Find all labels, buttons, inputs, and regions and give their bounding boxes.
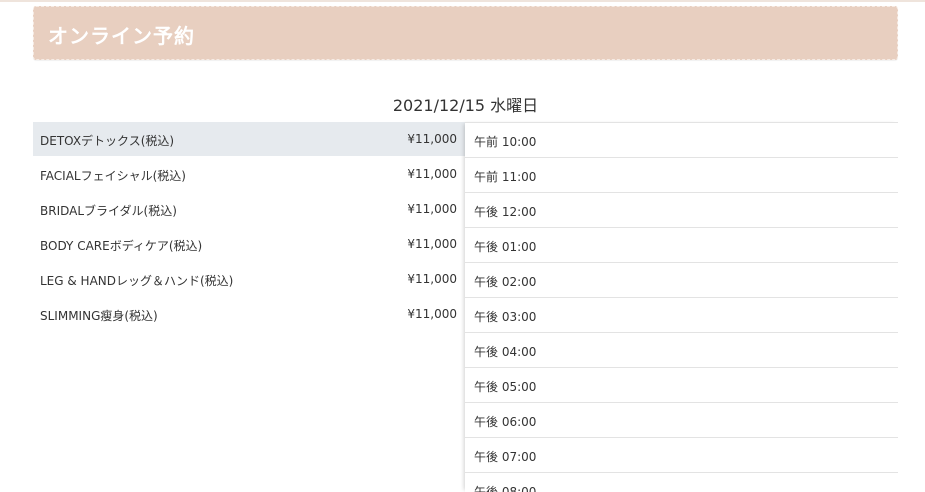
time-slot[interactable]: 午後 03:00 — [465, 298, 898, 333]
menu-list: DETOXデトックス(税込) ¥11,000 FACIALフェイシャル(税込) … — [33, 122, 465, 332]
menu-item-price: ¥11,000 — [407, 272, 457, 286]
time-slot-label: 午後 06:00 — [474, 415, 537, 429]
time-slot[interactable]: 午後 02:00 — [465, 263, 898, 298]
time-slot[interactable]: 午後 08:00 — [465, 473, 898, 492]
time-slot-label: 午前 11:00 — [474, 170, 537, 184]
page-title: オンライン予約 — [48, 24, 195, 48]
time-slot[interactable]: 午後 06:00 — [465, 403, 898, 438]
menu-item-leg-hand[interactable]: LEG & HANDレッグ＆ハンド(税込) ¥11,000 — [33, 262, 465, 297]
menu-item-body-care[interactable]: BODY CAREボディケア(税込) ¥11,000 — [33, 227, 465, 262]
time-slot-label: 午後 04:00 — [474, 345, 537, 359]
time-slot[interactable]: 午後 12:00 — [465, 193, 898, 228]
time-slot-list: 午前 10:00 午前 11:00 午後 12:00 午後 01:00 午後 0… — [465, 122, 898, 492]
time-slot-label: 午後 02:00 — [474, 275, 537, 289]
selected-date-heading: 2021/12/15 水曜日 — [392, 96, 539, 115]
time-slot-label: 午後 08:00 — [474, 485, 537, 492]
menu-item-facial[interactable]: FACIALフェイシャル(税込) ¥11,000 — [33, 157, 465, 192]
menu-item-name: BODY CAREボディケア(税込) — [40, 239, 203, 253]
menu-item-price: ¥11,000 — [407, 167, 457, 181]
time-slot[interactable]: 午前 11:00 — [465, 158, 898, 193]
menu-item-price: ¥11,000 — [407, 237, 457, 251]
time-slot[interactable]: 午後 04:00 — [465, 333, 898, 368]
menu-item-price: ¥11,000 — [407, 132, 457, 146]
menu-item-detox[interactable]: DETOXデトックス(税込) ¥11,000 — [33, 122, 465, 157]
time-slot-label: 午後 05:00 — [474, 380, 537, 394]
menu-item-name: LEG & HANDレッグ＆ハンド(税込) — [40, 274, 234, 288]
time-slot[interactable]: 午後 01:00 — [465, 228, 898, 263]
header-banner: オンライン予約 — [33, 6, 898, 60]
time-slot[interactable]: 午後 07:00 — [465, 438, 898, 473]
time-slot-label: 午前 10:00 — [474, 135, 537, 149]
menu-item-slimming[interactable]: SLIMMING瘦身(税込) ¥11,000 — [33, 297, 465, 332]
time-slot-label: 午後 07:00 — [474, 450, 537, 464]
time-slot-label: 午後 01:00 — [474, 240, 537, 254]
menu-item-name: BRIDALブライダル(税込) — [40, 204, 177, 218]
menu-item-name: DETOXデトックス(税込) — [40, 134, 175, 148]
time-slot-label: 午後 12:00 — [474, 205, 537, 219]
time-slot[interactable]: 午後 05:00 — [465, 368, 898, 403]
menu-item-price: ¥11,000 — [407, 202, 457, 216]
menu-item-bridal[interactable]: BRIDALブライダル(税込) ¥11,000 — [33, 192, 465, 227]
top-divider — [0, 0, 925, 2]
time-slot-label: 午後 03:00 — [474, 310, 537, 324]
menu-item-price: ¥11,000 — [407, 307, 457, 321]
time-slot[interactable]: 午前 10:00 — [465, 123, 898, 158]
time-slot-panel: 午前 10:00 午前 11:00 午後 12:00 午後 01:00 午後 0… — [465, 122, 898, 492]
menu-item-name: SLIMMING瘦身(税込) — [40, 309, 158, 323]
menu-item-name: FACIALフェイシャル(税込) — [40, 169, 186, 183]
